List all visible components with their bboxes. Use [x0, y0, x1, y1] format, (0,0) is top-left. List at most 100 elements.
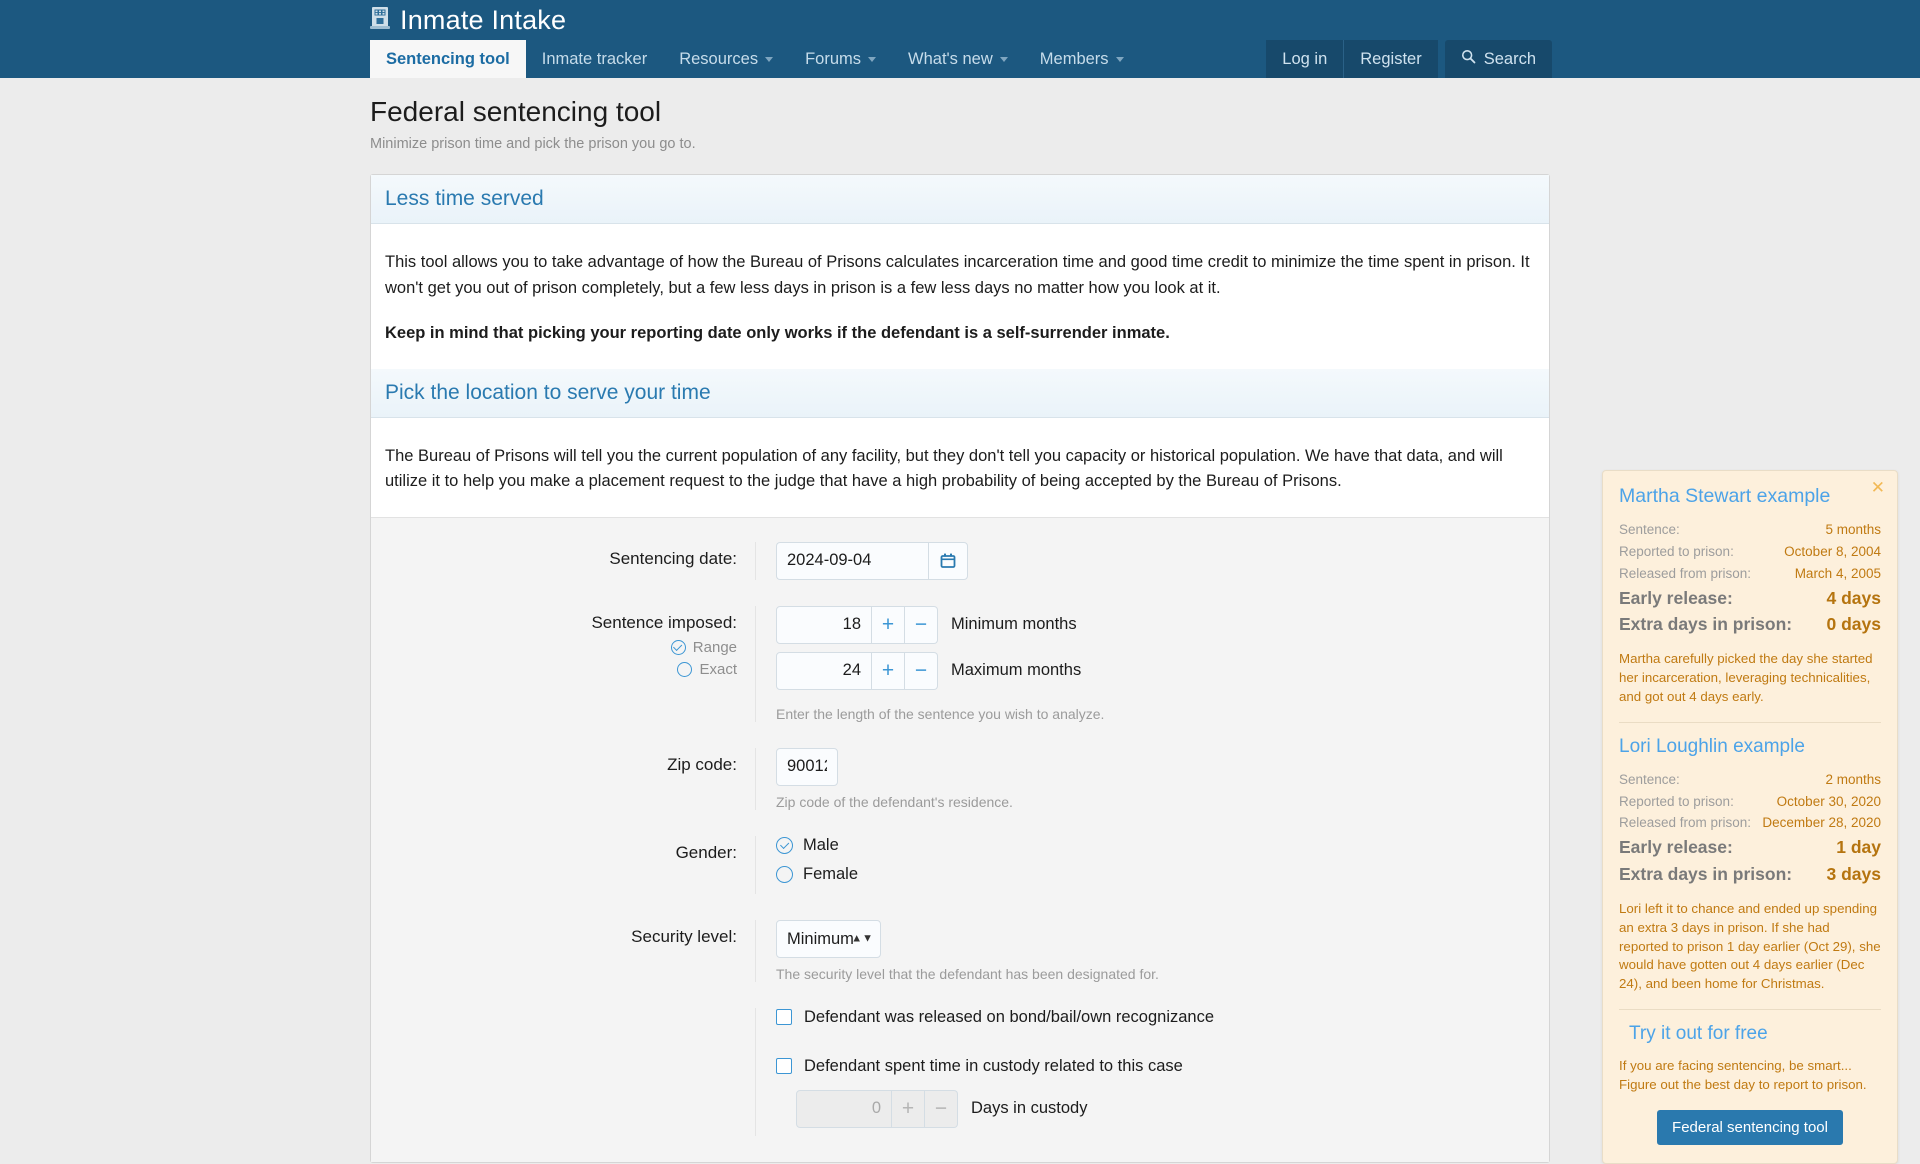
page-title: Federal sentencing tool: [370, 96, 662, 127]
days-in-custody-unit-label: Days in custody: [971, 1099, 1088, 1118]
login-button[interactable]: Log in: [1266, 40, 1344, 78]
bond-checkbox-row[interactable]: Defendant was released on bond/bail/own …: [776, 1008, 1549, 1027]
brand[interactable]: Inmate Intake: [370, 4, 566, 37]
field-row-checkboxes: Defendant was released on bond/bail/own …: [371, 1007, 1549, 1136]
search-button[interactable]: Search: [1444, 40, 1552, 78]
control-col: [756, 541, 1549, 580]
row-key: Released from prison:: [1619, 565, 1752, 581]
login-label: Log in: [1282, 49, 1328, 68]
nav-item-members[interactable]: Members: [1024, 40, 1140, 78]
radio-dot-icon: [677, 661, 693, 677]
section-body-pick-location: The Bureau of Prisons will tell you the …: [371, 418, 1549, 517]
label-col: [371, 1007, 756, 1136]
row-key: Released from prison:: [1619, 815, 1752, 831]
search-label: Search: [1483, 49, 1536, 68]
minimum-months-unit-label: Minimum months: [951, 615, 1077, 634]
custody-checkbox-row[interactable]: Defendant spent time in custody related …: [776, 1057, 1549, 1076]
row-value: 1 day: [1836, 837, 1881, 858]
divider: [1619, 721, 1881, 723]
popup-note-martha-stewart: Martha carefully picked the day she star…: [1619, 651, 1873, 704]
gender-male-label: Male: [803, 835, 839, 854]
popup-title-cta[interactable]: Try it out for free: [1619, 1023, 1881, 1045]
gender-option-female[interactable]: Female: [776, 865, 1549, 884]
popup-row: Sentence: 5 months: [1619, 519, 1881, 541]
radio-range[interactable]: Range: [670, 639, 737, 656]
maximum-months-increment-button[interactable]: +: [872, 651, 905, 690]
nav-label: Resources: [679, 49, 759, 68]
popup-row-extra-days: Extra days in prison: 3 days: [1619, 861, 1881, 887]
custody-checkbox[interactable]: [776, 1058, 792, 1075]
nav-item-resources[interactable]: Resources: [663, 40, 789, 78]
popup-row: Released from prison: December 28, 2020: [1619, 812, 1881, 834]
security-level-select[interactable]: Minimum: [776, 919, 881, 958]
bond-checkbox[interactable]: [776, 1009, 792, 1026]
sentencing-date-group: [776, 541, 968, 580]
minimum-months-increment-button[interactable]: +: [872, 605, 905, 644]
nav-label: Sentencing tool: [386, 49, 510, 68]
nav-user-actions: Log in Register Search: [1266, 40, 1552, 78]
sentencing-date-input[interactable]: [776, 541, 928, 580]
control-col: + − Minimum months + − Maximum months: [756, 605, 1549, 722]
zip-code-label: Zip code:: [667, 754, 737, 774]
search-icon: [1461, 49, 1476, 69]
popup-row-extra-days: Extra days in prison: 0 days: [1619, 611, 1881, 637]
row-value: 3 days: [1826, 863, 1881, 884]
row-key: Early release:: [1619, 837, 1733, 858]
brand-label: Inmate Intake: [400, 5, 567, 35]
section-heading-less-time-served: Less time served: [371, 175, 1549, 224]
security-level-label: Security level:: [631, 926, 737, 946]
minimum-months-decrement-button[interactable]: −: [905, 605, 938, 644]
days-in-custody-stepper: + −: [796, 1089, 958, 1128]
page-subtitle: Minimize prison time and pick the prison…: [370, 136, 696, 152]
maximum-months-stepper: + −: [776, 651, 938, 690]
nav-item-inmate-tracker[interactable]: Inmate tracker: [526, 40, 663, 78]
nav-item-sentencing-tool[interactable]: Sentencing tool: [370, 40, 526, 78]
days-in-custody-increment-button[interactable]: +: [892, 1089, 925, 1128]
row-value: October 30, 2020: [1776, 793, 1881, 809]
days-in-custody-input[interactable]: [796, 1089, 892, 1128]
register-button[interactable]: Register: [1343, 40, 1438, 78]
federal-sentencing-tool-button[interactable]: Federal sentencing tool: [1657, 1109, 1843, 1145]
minimum-months-input[interactable]: [776, 605, 872, 644]
security-level-hint: The security level that the defendant ha…: [776, 965, 1159, 982]
row-value: March 4, 2005: [1794, 565, 1881, 581]
custody-checkbox-label: Defendant spent time in custody related …: [804, 1056, 1183, 1075]
control-col: Zip code of the defendant's residence.: [756, 747, 1549, 810]
popup-title-martha-stewart[interactable]: Martha Stewart example: [1619, 485, 1881, 508]
popup-title-lori-loughlin[interactable]: Lori Loughlin example: [1619, 736, 1881, 758]
maximum-months-decrement-button[interactable]: −: [905, 651, 938, 690]
field-row-zip-code: Zip code: Zip code of the defendant's re…: [371, 747, 1549, 810]
calendar-icon[interactable]: [928, 541, 968, 580]
sentence-mode-radios: Range Exact: [371, 639, 737, 678]
section-paragraph: The Bureau of Prisons will tell you the …: [385, 446, 1503, 491]
row-key: Reported to prison:: [1619, 543, 1734, 559]
days-in-custody-decrement-button[interactable]: −: [925, 1089, 958, 1128]
close-icon[interactable]: ✕: [1871, 479, 1885, 496]
bond-checkbox-label: Defendant was released on bond/bail/own …: [804, 1007, 1215, 1026]
top-header: Inmate Intake Sentencing tool Inmate tra…: [0, 0, 1920, 78]
section-bold-paragraph: Keep in mind that picking your reporting…: [385, 324, 1170, 343]
popup-row-early-release: Early release: 4 days: [1619, 585, 1881, 611]
nav-item-whats-new[interactable]: What's new: [892, 40, 1024, 78]
zip-code-input[interactable]: [776, 747, 838, 786]
security-level-selectbox: Minimum ▲▼: [776, 919, 881, 958]
chevron-down-icon: [1115, 56, 1124, 62]
radio-exact-label: Exact: [699, 660, 737, 678]
nav-items: Sentencing tool Inmate tracker Resources…: [370, 40, 1140, 78]
maximum-months-unit-label: Maximum months: [951, 661, 1082, 680]
sentence-imposed-label: Sentence imposed:: [591, 612, 737, 632]
main-panel: Less time served This tool allows you to…: [370, 174, 1550, 1163]
radio-exact[interactable]: Exact: [677, 661, 737, 678]
label-col: Gender:: [371, 835, 756, 894]
field-row-security-level: Security level: Minimum ▲▼ The security …: [371, 919, 1549, 982]
field-row-gender: Gender: Male Female: [371, 835, 1549, 894]
examples-popup: ✕ Martha Stewart example Sentence: 5 mon…: [1602, 470, 1898, 1164]
row-value: 4 days: [1826, 587, 1881, 608]
gender-option-male[interactable]: Male: [776, 836, 1549, 855]
field-row-sentence-imposed: Sentence imposed: Range Exact 18 + − Min…: [371, 605, 1549, 722]
nav-item-forums[interactable]: Forums: [789, 40, 892, 78]
row-key: Early release:: [1619, 587, 1733, 608]
maximum-months-row: + − Maximum months: [776, 651, 1549, 698]
days-in-custody-row: + − Days in custody: [776, 1089, 1549, 1136]
maximum-months-input[interactable]: [776, 651, 872, 690]
